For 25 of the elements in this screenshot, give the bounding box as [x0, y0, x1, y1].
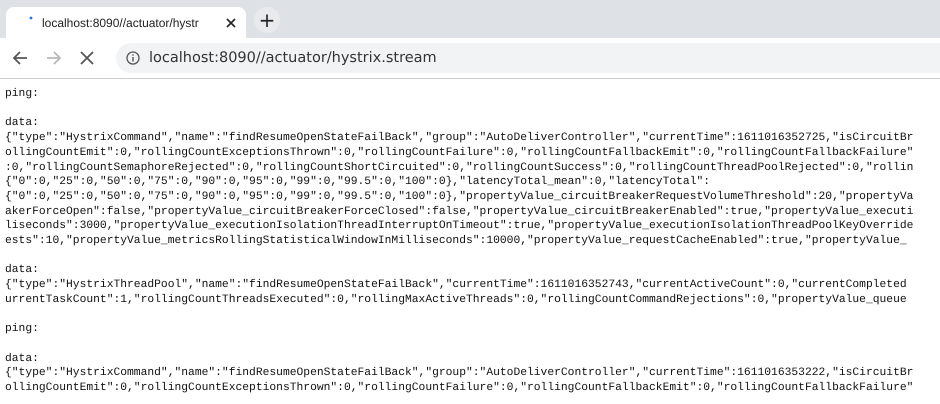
stream-line: urrentTaskCount":1,"rollingCountThreadsExecuted":0,"rollingMaxActiveThreads":0,"rollingCountCommandRejections":0,"propertyValue_queue	[5, 292, 907, 308]
stream-line: akerForceOpen":false,"propertyValue_circuitBreakerForceClosed":false,"propertyValue_circuitBreakerEnabled":true,"propertyValue_executi	[5, 204, 914, 220]
back-icon[interactable]	[12, 50, 28, 66]
browser-tab[interactable]: localhost:8090//actuator/hystr	[6, 7, 246, 38]
event-label: ping:	[5, 87, 39, 102]
stream-line: {"0":0,"25":0,"50":0,"75":0,"90":0,"95":0,"99":0,"99.5":0,"100":0},"propertyValue_circuitBreakerRequestVolumeThreshold":20,"propertyVa	[5, 190, 914, 205]
stream-line: :0,"rollingCountSemaphoreRejected":0,"rollingCountShortCircuited":0,"rollingCountSuccess":0,"rollingCountThreadPoolRejected":0,"rollin	[5, 160, 914, 176]
close-icon[interactable]	[226, 18, 236, 28]
tab-title: localhost:8090//actuator/hystr	[42, 16, 200, 30]
address-field[interactable]: localhost:8090//actuator/hystrix.stream	[116, 43, 940, 73]
event-label: data:	[5, 116, 39, 132]
event-label: data:	[5, 263, 39, 278]
stop-icon[interactable]	[80, 51, 94, 65]
info-icon	[126, 51, 140, 65]
event-label: data:	[5, 352, 39, 366]
stream-line: {"type":"HystrixCommand","name":"findResumeOpenStateFailBack","group":"AutoDeliverController","currentTime":1611016352725,"isCircuitBr	[5, 131, 914, 146]
new-tab-button[interactable]: +	[254, 7, 280, 33]
event-label: ping:	[5, 322, 39, 337]
stream-line: {"0":0,"25":0,"50":0,"75":0,"90":0,"95":0,"99":0,"99.5":0,"100":0},"latencyTotal_mean":0,"latencyTotal":	[5, 175, 710, 190]
stream-line: liseconds":3000,"propertyValue_executionIsolationThreadInterruptOnTimeout":true,"propertyValue_executionIsolationThreadPoolKeyOverride	[5, 219, 914, 234]
stream-line: ollingCountEmit":0,"rollingCountExceptionsThrown":0,"rollingCountFailure":0,"rollingCountFallbackEmit":0,"rollingCountFallbackFailure"	[5, 146, 914, 160]
stream-line: ollingCountEmit":0,"rollingCountExceptionsThrown":0,"rollingCountFailure":0,"rollingCountFallbackEmit":0,"rollingCountFallbackFailure"	[5, 381, 914, 396]
stream-line: ests":10,"propertyValue_metricsRollingStatisticalWindowInMilliseconds":10000,"propertyValue_requestCacheEnabled":true,"propertyValue_	[5, 234, 907, 249]
stream-line: {"type":"HystrixThreadPool","name":"findResumeOpenStateFailBack","currentTime":1611016352743,"currentActiveCount":0,"currentCompleted	[5, 278, 907, 293]
stream-line: {"type":"HystrixCommand","name":"findResumeOpenStateFailBack","group":"AutoDeliverController","currentTime":1611016353222,"isCircuitBr	[5, 366, 914, 381]
